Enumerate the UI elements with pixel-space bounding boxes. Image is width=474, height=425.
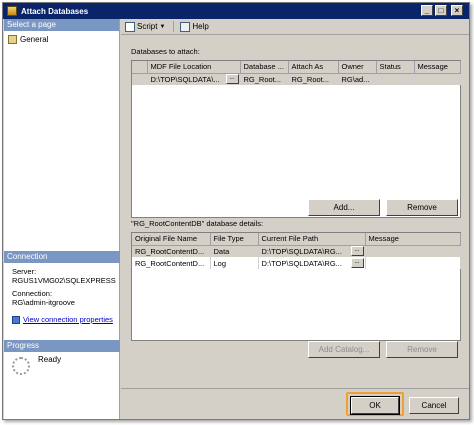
- column-header[interactable]: Current File Path: [258, 233, 366, 246]
- page-icon: [8, 34, 17, 44]
- remove-button[interactable]: Remove: [386, 199, 458, 216]
- original-file-name-cell[interactable]: RG_RootContentD...: [132, 245, 211, 257]
- file-type-cell[interactable]: Data: [210, 245, 259, 257]
- table-row[interactable]: D:\TOP\SQLDATA\... ... RG_Root... RG_Roo…: [132, 73, 461, 85]
- table-row[interactable]: RG_RootContentD... Log D:\TOP\SQLDATA\RG…: [132, 257, 461, 269]
- database-cell[interactable]: RG_Root...: [240, 73, 289, 85]
- remove-file-button[interactable]: Remove: [386, 341, 458, 358]
- original-file-name-cell[interactable]: RG_RootContentD...: [132, 257, 211, 269]
- maximize-button[interactable]: □: [435, 5, 447, 16]
- owner-cell[interactable]: RG\ad...: [338, 73, 377, 85]
- database-icon: [7, 6, 17, 16]
- column-header[interactable]: Original File Name: [132, 233, 211, 246]
- page-item-general[interactable]: General: [4, 33, 119, 45]
- connection-value: RG\admin-itgroove: [12, 298, 75, 307]
- progress-spinner-icon: [12, 357, 30, 375]
- ok-button[interactable]: OK: [350, 396, 400, 415]
- message-cell: [414, 73, 461, 85]
- properties-icon: [12, 315, 20, 324]
- mdf-location-cell[interactable]: D:\TOP\SQLDATA\... ...: [147, 73, 241, 85]
- help-button[interactable]: Help: [180, 21, 209, 32]
- toolbar-separator: [173, 21, 175, 32]
- minimize-button[interactable]: _: [421, 5, 433, 16]
- table-row[interactable]: RG_RootContentD... Data D:\TOP\SQLDATA\R…: [132, 245, 461, 257]
- message-cell: [365, 257, 461, 269]
- row-header-corner: [132, 61, 148, 74]
- row-header: [132, 73, 148, 85]
- attach-databases-window: Attach Databases _ □ × Select a page Gen…: [2, 2, 470, 420]
- databases-grid[interactable]: MDF File Location Database ... Attach As…: [131, 60, 461, 218]
- column-header[interactable]: File Type: [210, 233, 259, 246]
- server-value: RGUS1VMG02\SQLEXPRESS: [12, 276, 116, 285]
- connection-label: Connection:: [12, 289, 53, 298]
- column-header[interactable]: MDF File Location: [147, 61, 241, 74]
- script-icon: [125, 21, 135, 32]
- help-label: Help: [192, 22, 209, 31]
- main-panel: Databases to attach: MDF File Location D…: [121, 36, 469, 386]
- connection-info: Server: RGUS1VMG02\SQLEXPRESS Connection…: [12, 267, 118, 324]
- browse-button[interactable]: ...: [350, 258, 364, 268]
- file-type-cell[interactable]: Log: [210, 257, 259, 269]
- chevron-down-icon: ▼: [159, 23, 166, 30]
- server-label: Server:: [12, 267, 37, 276]
- column-header[interactable]: Message: [365, 233, 461, 246]
- page-item-label: General: [20, 34, 49, 44]
- column-header[interactable]: Database ...: [240, 61, 289, 74]
- progress-header: Progress: [4, 340, 120, 352]
- databases-to-attach-label: Databases to attach:: [131, 47, 200, 56]
- left-pane: Select a page General Connection Server:…: [4, 19, 120, 419]
- help-icon: [180, 21, 191, 32]
- select-page-header: Select a page: [4, 19, 119, 31]
- progress-info: Ready: [12, 355, 61, 375]
- close-button[interactable]: ×: [451, 5, 463, 16]
- current-file-path-cell[interactable]: D:\TOP\SQLDATA\RG... ...: [258, 257, 366, 269]
- current-file-path-cell[interactable]: D:\TOP\SQLDATA\RG... ...: [258, 245, 366, 257]
- attach-as-cell[interactable]: RG_Root...: [288, 73, 339, 85]
- window-title: Attach Databases: [21, 6, 89, 16]
- add-button[interactable]: Add...: [308, 199, 380, 216]
- view-connection-properties-link[interactable]: View connection properties: [23, 315, 113, 324]
- title-bar: Attach Databases _ □ ×: [3, 3, 469, 19]
- browse-button[interactable]: ...: [225, 74, 239, 85]
- status-cell: [376, 73, 415, 85]
- toolbar: Script ▼ Help: [121, 19, 469, 35]
- dialog-footer: OK Cancel: [121, 388, 469, 420]
- view-connection-properties-row[interactable]: View connection properties: [12, 315, 118, 324]
- browse-button[interactable]: ...: [350, 246, 364, 257]
- script-label: Script: [137, 22, 158, 31]
- details-grid[interactable]: Original File Name File Type Current Fil…: [131, 232, 461, 341]
- connection-header: Connection: [4, 251, 120, 263]
- progress-status: Ready: [38, 355, 62, 364]
- cancel-button[interactable]: Cancel: [409, 397, 459, 414]
- message-cell: [365, 245, 461, 257]
- column-header[interactable]: Message: [414, 61, 461, 74]
- column-header[interactable]: Status: [376, 61, 415, 74]
- script-button[interactable]: Script ▼: [125, 21, 166, 32]
- column-header[interactable]: Attach As: [288, 61, 339, 74]
- add-catalog-button[interactable]: Add Catalog...: [308, 341, 380, 358]
- database-details-label: "RG_RootContentDB" database details:: [131, 219, 264, 228]
- column-header[interactable]: Owner: [338, 61, 377, 74]
